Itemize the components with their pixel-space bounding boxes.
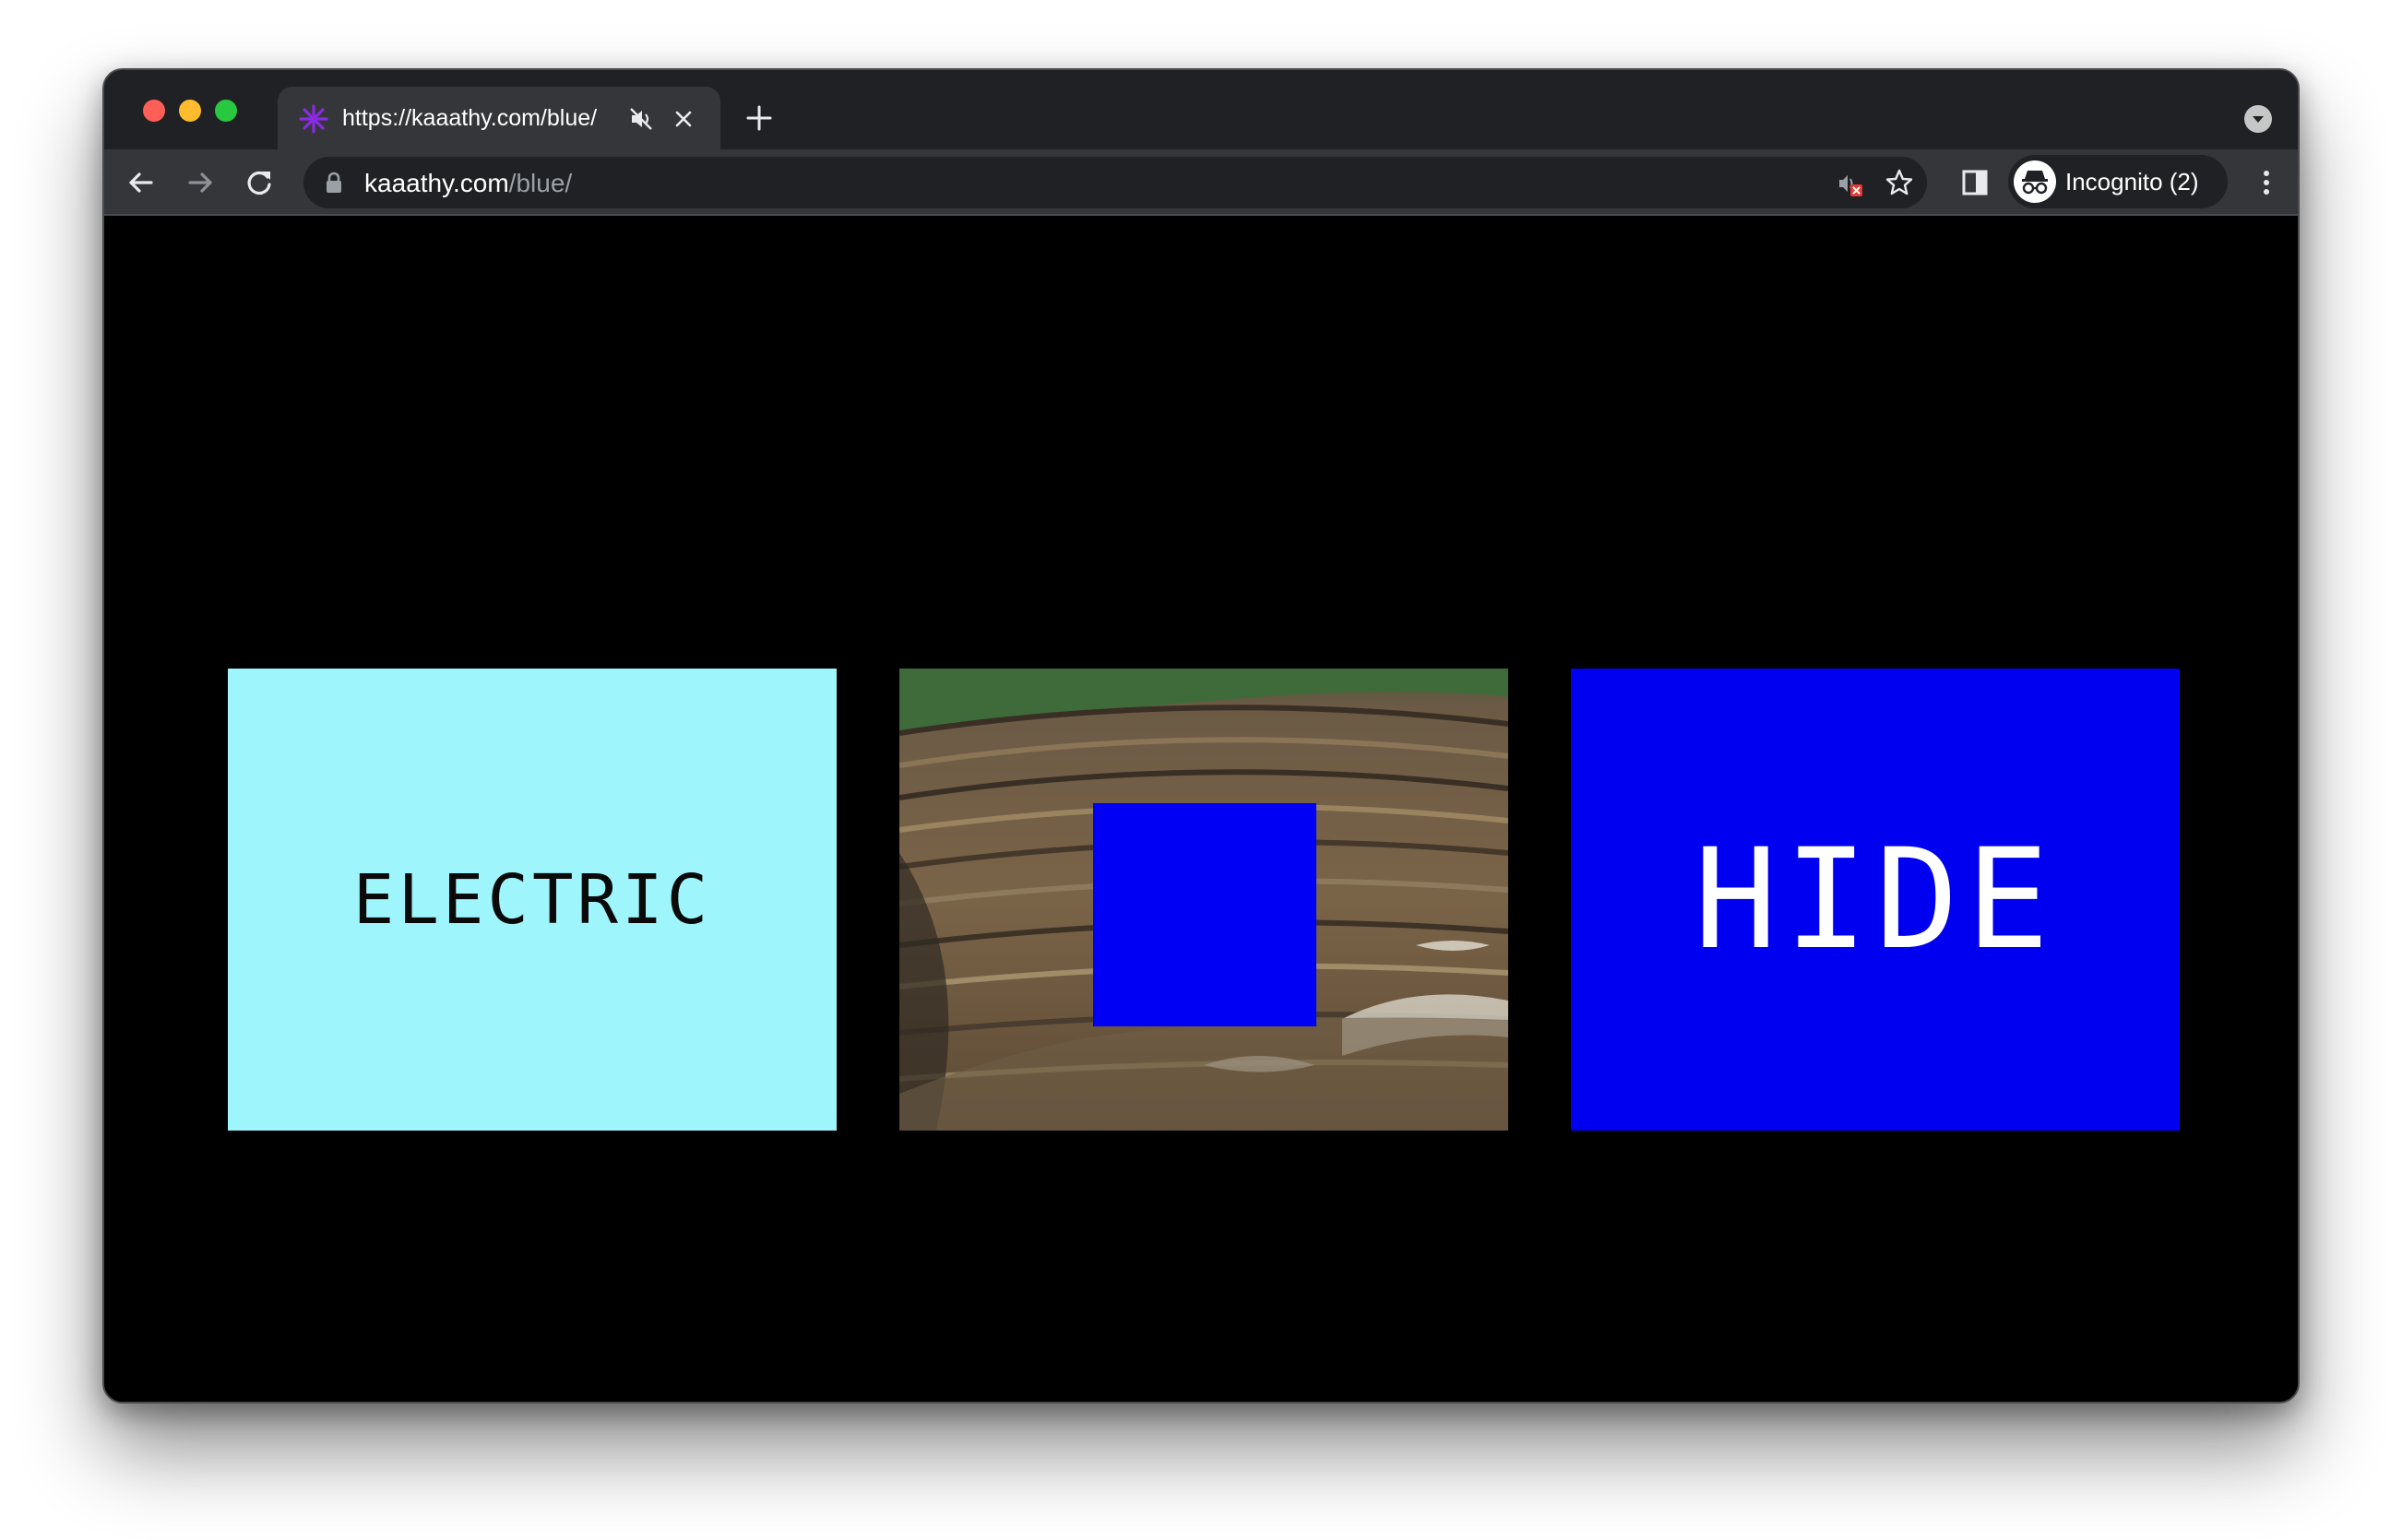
close-icon[interactable] (671, 106, 696, 132)
tab-active[interactable]: https://kaaathy.com/blue/ (278, 87, 720, 149)
hide-card[interactable]: HIDE (1571, 669, 2180, 1131)
incognito-label: Incognito (2) (2065, 168, 2199, 195)
browser-window: https://kaaathy.com/blue/ kaaathy.com/bl… (102, 68, 2300, 1404)
incognito-icon (2014, 160, 2056, 203)
tab-search-icon[interactable] (2244, 105, 2272, 133)
maximize-window-button[interactable] (215, 100, 237, 122)
url-domain: kaaathy.com (364, 169, 509, 197)
electric-card[interactable]: ELECTRIC (228, 669, 837, 1131)
open-pit-mine-photo[interactable] (899, 669, 1508, 1131)
blue-overlay-square (1093, 803, 1316, 1026)
lock-icon (327, 172, 341, 193)
back-arrow-icon[interactable] (125, 166, 158, 199)
hide-label: HIDE (1694, 819, 2057, 980)
sound-blocked-icon[interactable] (1837, 170, 1864, 197)
forward-arrow-icon[interactable] (184, 166, 217, 199)
electric-label: ELECTRIC (352, 859, 712, 940)
plus-icon[interactable] (744, 103, 774, 133)
minimize-window-button[interactable] (179, 100, 201, 122)
kebab-menu-icon[interactable] (2250, 166, 2283, 199)
page-content: ELECTRIC HIDE (104, 216, 2298, 1402)
reload-icon[interactable] (243, 166, 276, 199)
asterisk-icon (299, 104, 328, 134)
incognito-profile-button[interactable]: Incognito (2) (2008, 155, 2228, 208)
toolbar: kaaathy.com/blue/ Incognito (2) (104, 149, 2298, 216)
close-window-button[interactable] (143, 100, 165, 122)
url-text[interactable]: kaaathy.com/blue/ (364, 169, 572, 198)
side-panel-icon[interactable] (1958, 166, 1992, 199)
url-path: /blue/ (508, 169, 573, 197)
star-icon[interactable] (1885, 168, 1914, 197)
tab-strip: https://kaaathy.com/blue/ (104, 70, 2298, 149)
muted-speaker-icon[interactable] (628, 106, 654, 132)
tab-title: https://kaaathy.com/blue/ (342, 105, 598, 131)
address-bar[interactable]: kaaathy.com/blue/ (303, 157, 1927, 208)
